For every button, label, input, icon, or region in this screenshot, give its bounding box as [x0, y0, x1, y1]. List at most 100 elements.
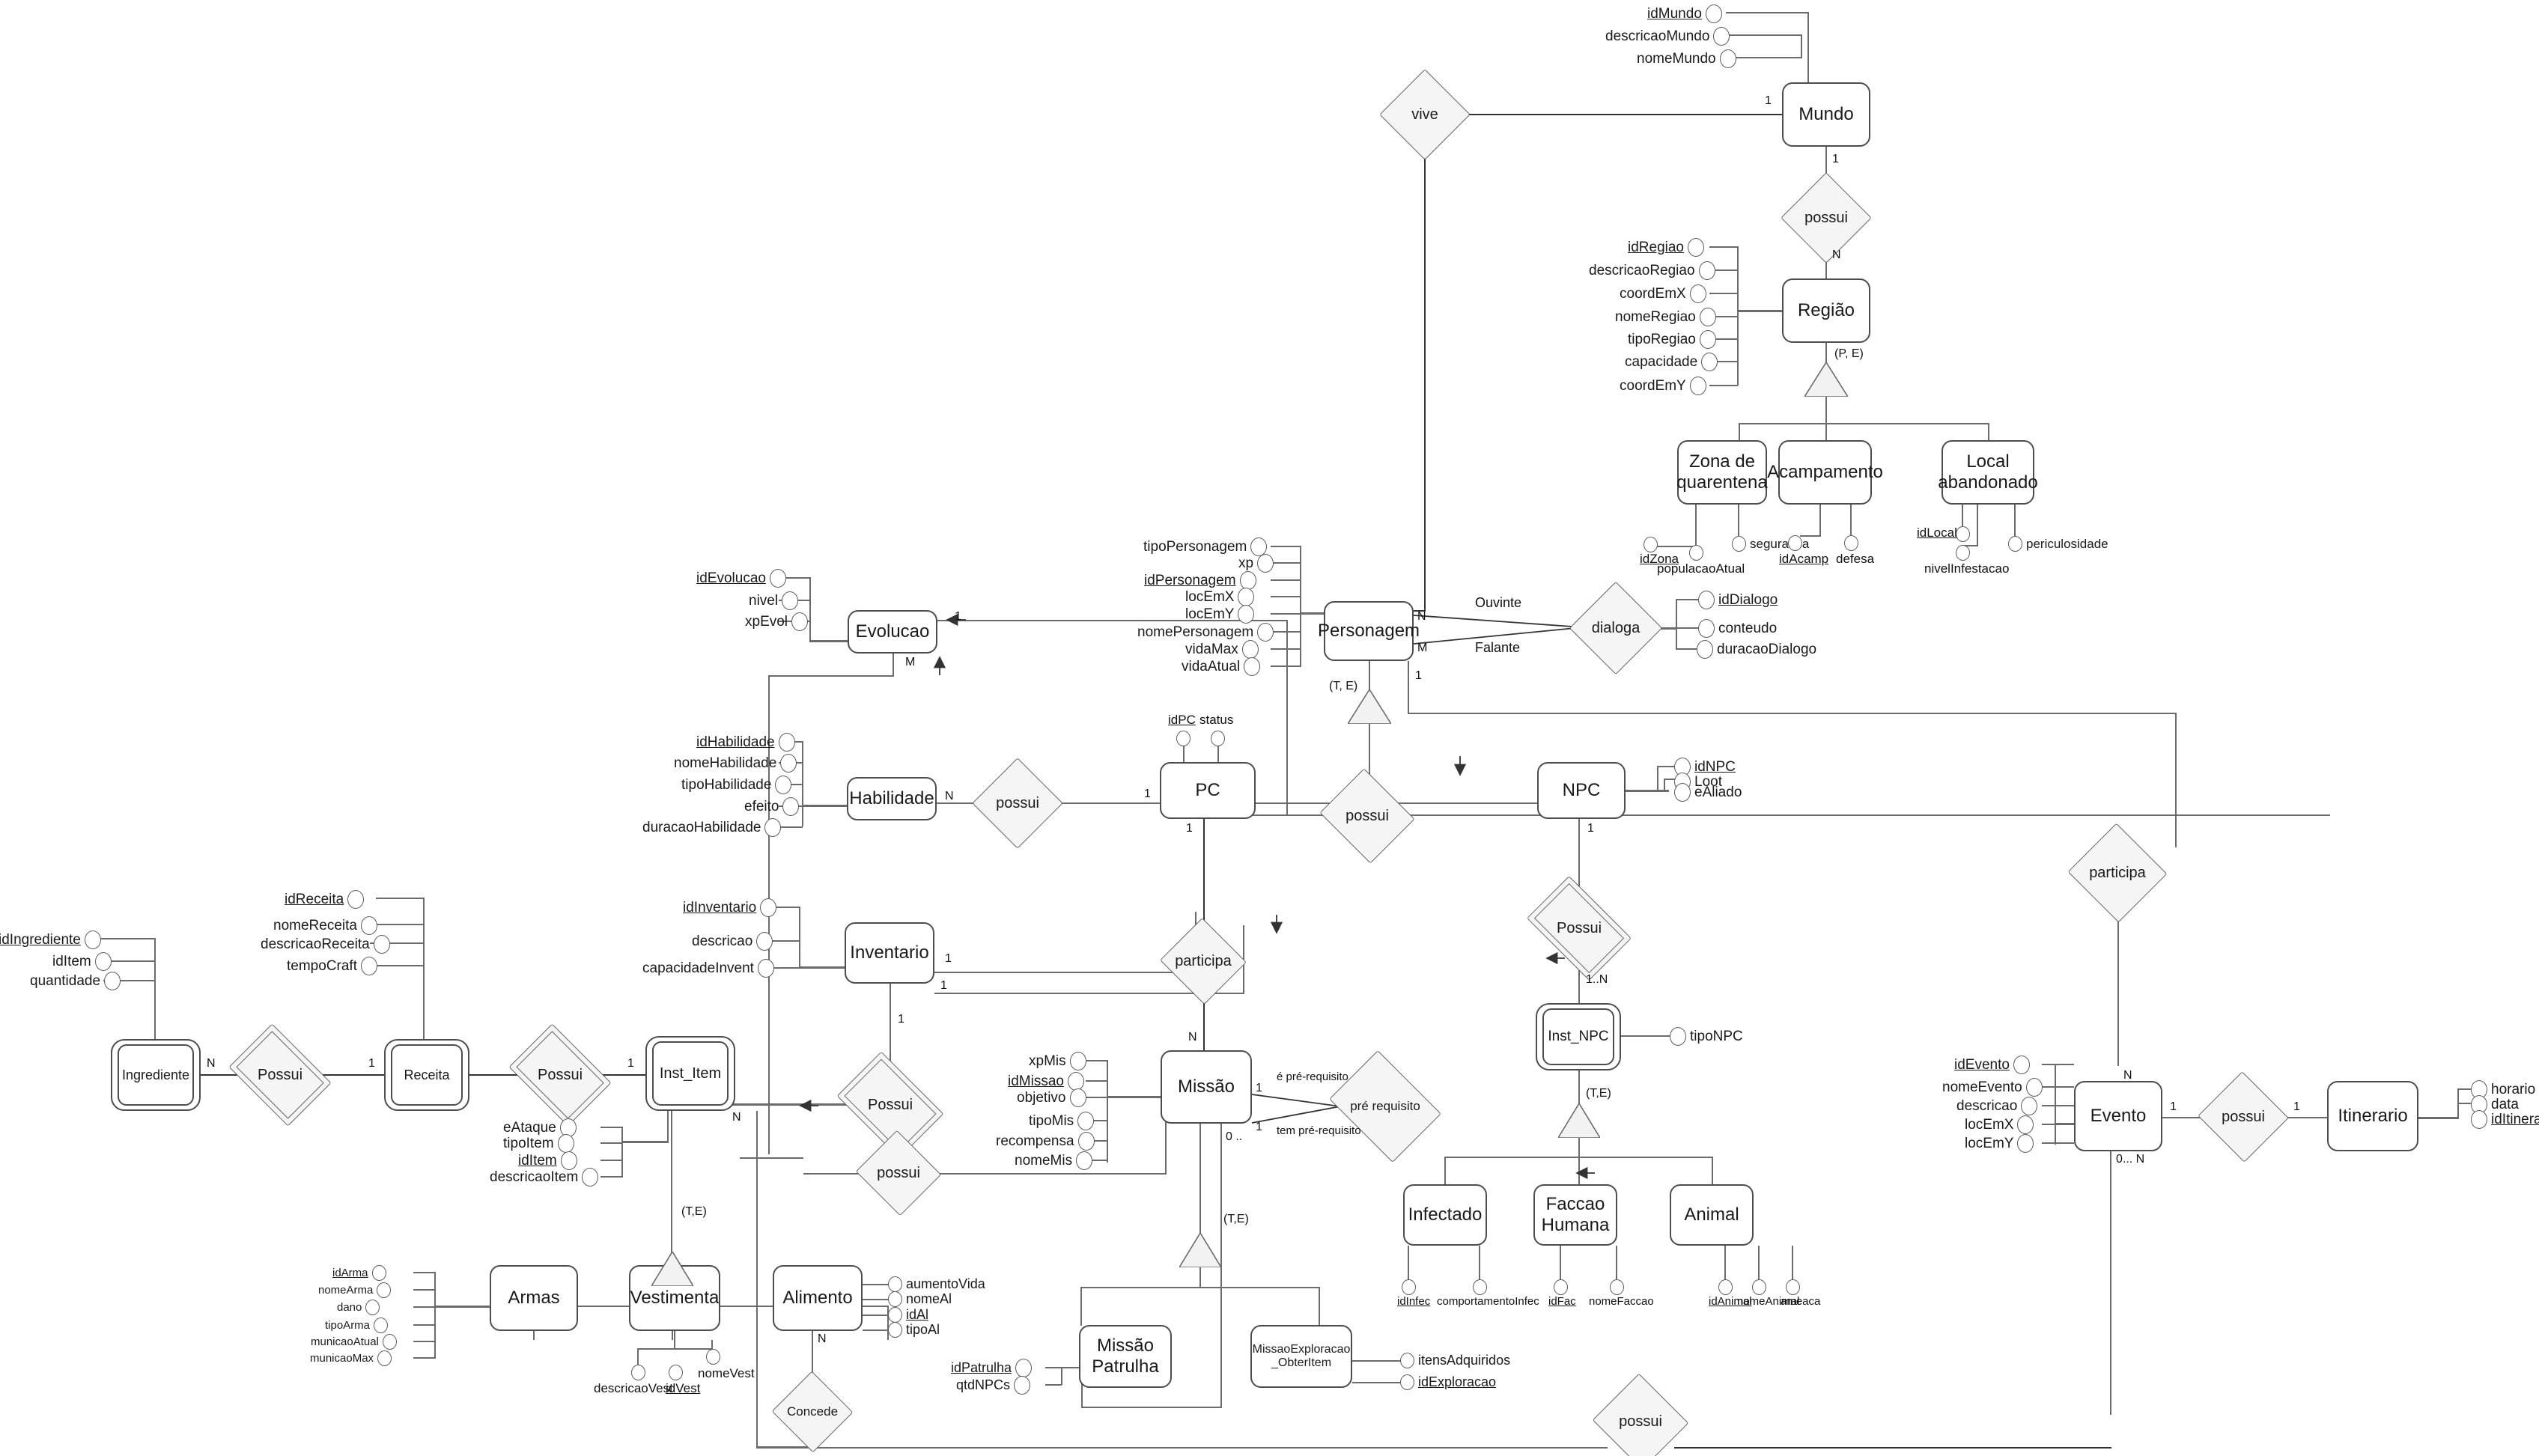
- relationship-possui-evento-itinerario[interactable]: possui: [2198, 1071, 2289, 1163]
- attribute-iddialogo[interactable]: idDialogo: [1698, 591, 1778, 609]
- entity-regiao[interactable]: Região: [1782, 278, 1870, 343]
- attribute-vidamax[interactable]: vidaMax: [1185, 640, 1259, 659]
- entity-faccao-humana[interactable]: Faccao Humana: [1533, 1184, 1617, 1246]
- attribute-periculosidade[interactable]: periculosidade: [2008, 536, 2108, 552]
- attribute-descricao-evento[interactable]: descricao: [1956, 1097, 2038, 1115]
- entity-local-abandonado[interactable]: Local abandonado: [1938, 440, 2038, 505]
- attribute-tipoarma[interactable]: tipoArma: [325, 1318, 389, 1333]
- relationship-possui-item-missao[interactable]: possui: [855, 1130, 942, 1216]
- entity-animal[interactable]: Animal: [1670, 1184, 1754, 1246]
- attribute-idfac[interactable]: [1554, 1279, 1568, 1295]
- entity-habilidade[interactable]: Habilidade: [847, 777, 937, 820]
- attribute-idarma[interactable]: idArma: [332, 1265, 386, 1281]
- attribute-aumentovida[interactable]: aumentoVida: [888, 1276, 985, 1292]
- attribute-ameaca[interactable]: [1786, 1279, 1800, 1295]
- attribute-tempocraft[interactable]: tempoCraft: [287, 957, 377, 975]
- attribute-idreceita[interactable]: idReceita: [285, 890, 365, 909]
- attribute-descricao[interactable]: descricao: [692, 932, 773, 951]
- attribute-defesa[interactable]: [1844, 535, 1858, 551]
- relationship-possui-habilidade-pc[interactable]: possui: [972, 758, 1063, 849]
- attribute-coordemx[interactable]: coordEmX: [1620, 284, 1706, 303]
- relationship-participa-evento[interactable]: participa: [2067, 823, 2168, 923]
- attribute-idinfec[interactable]: [1402, 1279, 1416, 1295]
- attribute-idmundo[interactable]: idMundo: [1647, 4, 1722, 23]
- entity-missao-exploracao[interactable]: MissaoExploracao _ObterItem: [1250, 1325, 1352, 1388]
- attribute-idevolucao[interactable]: idEvolucao: [696, 569, 786, 588]
- attribute-nomemundo[interactable]: nomeMundo: [1637, 49, 1736, 68]
- entity-npc[interactable]: NPC: [1537, 762, 1626, 819]
- attribute-quantidade[interactable]: quantidade: [30, 972, 121, 990]
- entity-mundo[interactable]: Mundo: [1782, 82, 1870, 147]
- attribute-idexploracao[interactable]: idExploracao: [1400, 1374, 1496, 1390]
- relationship-possui-ingrediente-receita[interactable]: Possui: [228, 1023, 332, 1127]
- attribute-idvest[interactable]: [669, 1365, 683, 1380]
- attribute-xpmis[interactable]: xpMis: [1029, 1052, 1086, 1070]
- attribute-municaoatual[interactable]: municaoAtual: [311, 1334, 397, 1350]
- attribute-vidaatual[interactable]: vidaAtual: [1182, 657, 1261, 676]
- entity-acampamento[interactable]: Acampamento: [1767, 440, 1883, 505]
- entity-evolucao[interactable]: Evolucao: [848, 610, 937, 654]
- attribute-nomearma[interactable]: nomeArma: [318, 1282, 392, 1298]
- attribute-idinventario[interactable]: idInventario: [683, 898, 777, 917]
- attribute-locemy[interactable]: locEmY: [1185, 605, 1255, 624]
- relationship-concede[interactable]: Concede: [771, 1371, 854, 1453]
- attribute-descricaoitem[interactable]: descricaoItem: [490, 1168, 599, 1187]
- attribute-objetivo[interactable]: objetivo: [1017, 1088, 1086, 1107]
- attribute-recompensa[interactable]: recompensa: [996, 1132, 1095, 1151]
- attribute-capacidadeinvent[interactable]: capacidadeInvent: [642, 959, 774, 978]
- entity-pc[interactable]: PC: [1160, 762, 1256, 819]
- attribute-idlocal[interactable]: [1956, 526, 1970, 542]
- relationship-dialoga[interactable]: dialoga: [1569, 581, 1663, 675]
- entity-missao-patrulha[interactable]: Missão Patrulha: [1079, 1325, 1172, 1388]
- entity-missao[interactable]: Missão: [1161, 1050, 1252, 1124]
- attribute-conteudo[interactable]: conteudo: [1698, 619, 1777, 638]
- attribute-idzona[interactable]: [1643, 537, 1658, 552]
- attribute-populacaoatual[interactable]: [1689, 545, 1703, 561]
- attribute-nomeevento[interactable]: nomeEvento: [1942, 1078, 2043, 1097]
- attribute-descricaomundo[interactable]: descricaoMundo: [1605, 27, 1730, 46]
- attribute-tipohabilidade[interactable]: tipoHabilidade: [681, 776, 792, 794]
- attribute-locemx[interactable]: locEmX: [1185, 588, 1255, 606]
- relationship-possui-pc-npc[interactable]: possui: [1319, 768, 1415, 864]
- attribute-idal[interactable]: idAl: [888, 1307, 928, 1323]
- attribute-nivelinfestacao[interactable]: [1956, 545, 1970, 561]
- entity-ingrediente[interactable]: Ingrediente: [111, 1039, 201, 1111]
- attribute-duracaodialogo[interactable]: duracaoDialogo: [1697, 640, 1816, 659]
- entity-inst-npc[interactable]: Inst_NPC: [1536, 1003, 1621, 1070]
- entity-receita[interactable]: Receita: [384, 1039, 469, 1111]
- attribute-idpc[interactable]: [1176, 731, 1191, 746]
- attribute-tipoal[interactable]: tipoAl: [888, 1322, 940, 1338]
- attribute-locemy-evento[interactable]: locEmY: [1965, 1134, 2034, 1153]
- attribute-nomeanimal[interactable]: [1752, 1279, 1766, 1295]
- relationship-possui-inventario-item[interactable]: Possui: [836, 1051, 944, 1159]
- attribute-nomeregiao[interactable]: nomeRegiao: [1615, 308, 1716, 326]
- entity-evento[interactable]: Evento: [2074, 1081, 2162, 1151]
- attribute-capacidade[interactable]: capacidade: [1625, 353, 1718, 371]
- attribute-iditem-ingrediente[interactable]: idItem: [52, 952, 112, 971]
- attribute-nomemis[interactable]: nomeMis: [1015, 1151, 1093, 1170]
- entity-zona-de-quarentena[interactable]: Zona de quarentena: [1676, 440, 1768, 505]
- attribute-nomereceita[interactable]: nomeReceita: [273, 916, 377, 935]
- attribute-ealiado[interactable]: eAliado: [1674, 783, 1742, 802]
- attribute-locemx-evento[interactable]: locEmX: [1965, 1115, 2034, 1134]
- attribute-tipomis[interactable]: tipoMis: [1029, 1112, 1095, 1130]
- relationship-vive[interactable]: vive: [1379, 69, 1471, 160]
- attribute-efeito[interactable]: efeito: [744, 797, 800, 816]
- attribute-idingrediente[interactable]: idIngrediente: [0, 930, 101, 949]
- attribute-xpevol[interactable]: xpEvol: [745, 612, 809, 631]
- relationship-possui-npc-instnpc[interactable]: Possui: [1526, 875, 1632, 981]
- attribute-tipoitem[interactable]: tipoItem: [503, 1134, 574, 1153]
- entity-personagem[interactable]: Personagem: [1318, 601, 1420, 661]
- entity-inst-item[interactable]: Inst_Item: [645, 1036, 735, 1111]
- attribute-nomehabilidade[interactable]: nomeHabilidade: [674, 754, 797, 773]
- attribute-nomepersonagem[interactable]: nomePersonagem: [1137, 623, 1274, 642]
- attribute-tiporegiao[interactable]: tipoRegiao: [1628, 330, 1716, 349]
- attribute-descricaoreceita[interactable]: descricaoReceita: [261, 935, 390, 954]
- attribute-idacamp[interactable]: [1788, 535, 1802, 551]
- attribute-tiponpc[interactable]: tipoNPC: [1670, 1027, 1743, 1046]
- attribute-idanimal[interactable]: [1718, 1279, 1733, 1295]
- entity-inventario[interactable]: Inventario: [845, 922, 934, 984]
- relationship-possui-bottom[interactable]: possui: [1592, 1373, 1689, 1456]
- attribute-nomevest[interactable]: [706, 1349, 720, 1365]
- attribute-coordemy[interactable]: coordEmY: [1620, 377, 1706, 395]
